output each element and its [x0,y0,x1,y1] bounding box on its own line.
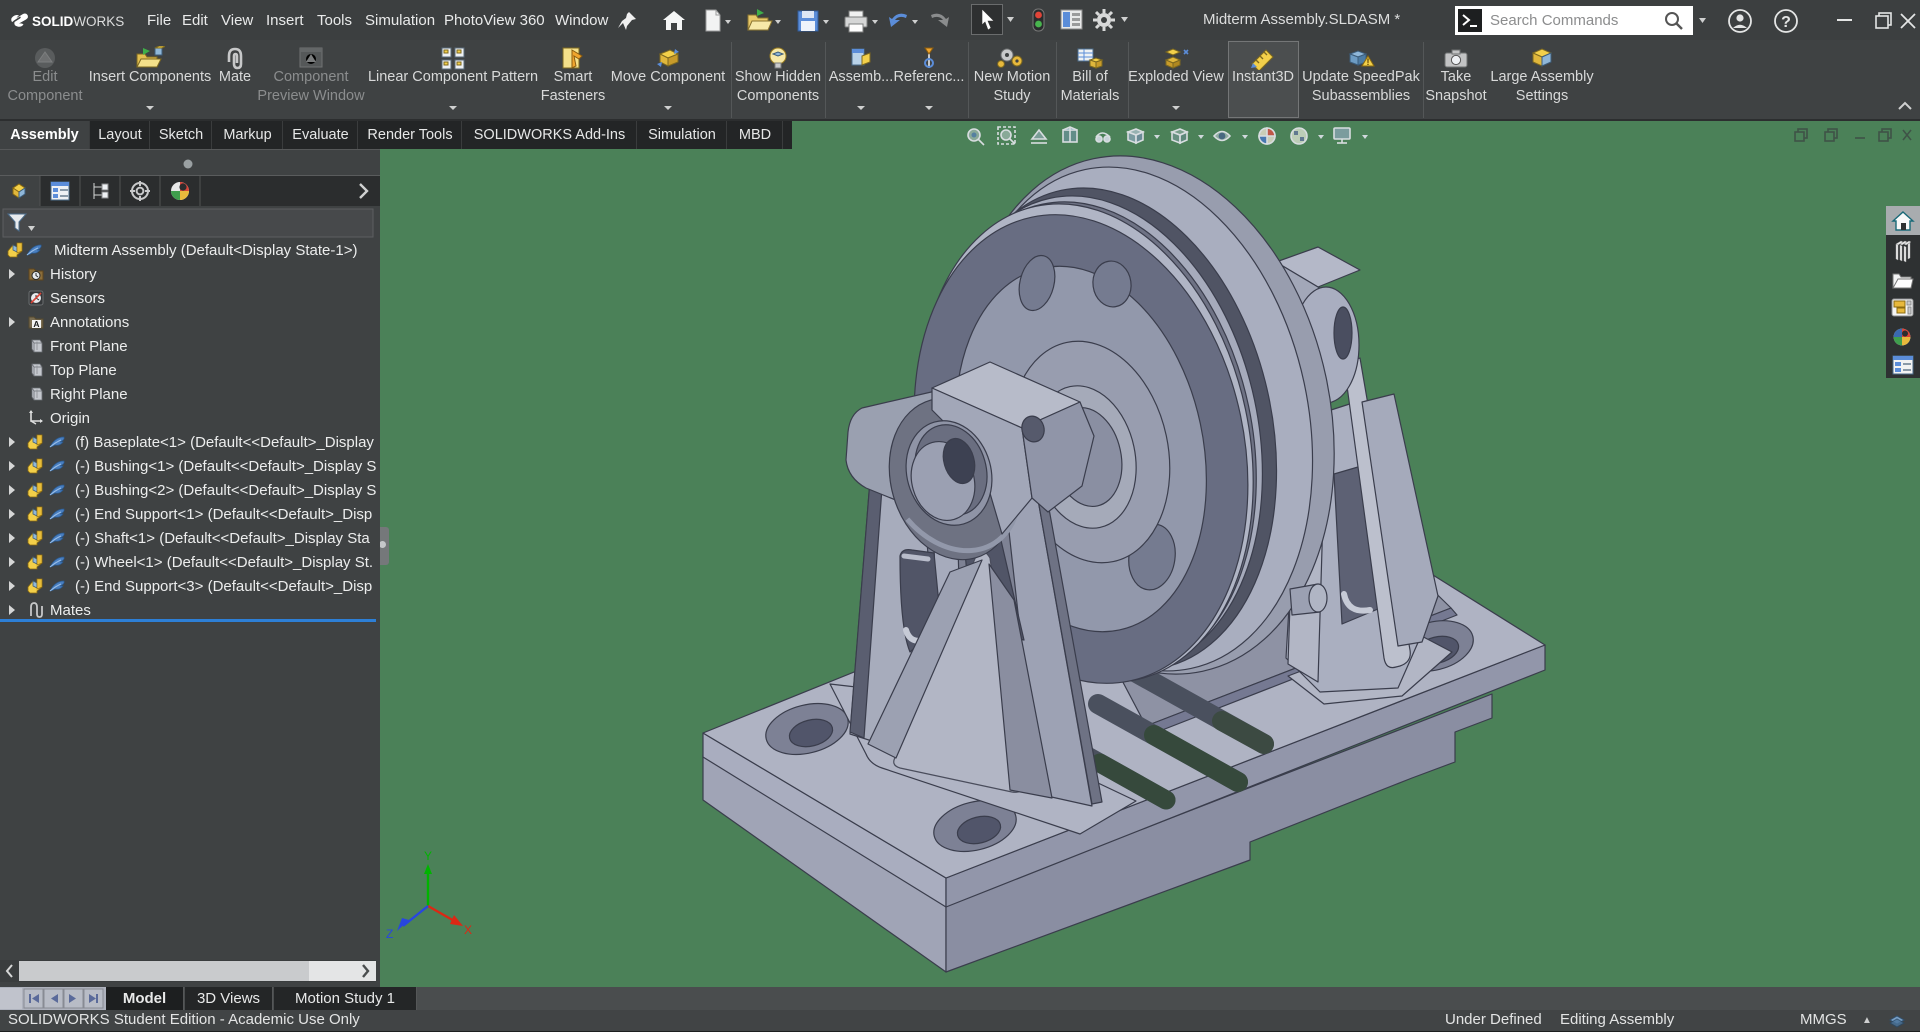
svg-text:(-) Wheel<1> (Default<<Default: (-) Wheel<1> (Default<<Default>_Display … [75,554,373,571]
svg-text:Origin: Origin [50,410,90,427]
svg-text:Annotations: Annotations [50,314,129,331]
svg-text:(-) Bushing<2> (Default<<Defau: (-) Bushing<2> (Default<<Default>_Displa… [75,482,376,499]
svg-text:(-) Shaft<1> (Default<<Default: (-) Shaft<1> (Default<<Default>_Display … [75,530,370,547]
svg-text:Front Plane: Front Plane [50,338,128,355]
svg-text:Y: Y [424,849,432,863]
svg-text:Midterm Assembly (Default<Dis: Midterm Assembly (Default<Display State-… [54,242,357,259]
svg-text:Sensors: Sensors [50,290,105,307]
svg-text:SOLIDWORKS: SOLIDWORKS [32,14,124,29]
svg-text:Right Plane: Right Plane [50,386,128,403]
svg-text:(-) Bushing<1> (Default<<Defau: (-) Bushing<1> (Default<<Default>_Displa… [75,458,376,475]
svg-text:History: History [50,266,97,283]
svg-text:?: ? [1781,14,1791,31]
svg-text:Mates: Mates [50,602,91,619]
svg-text:Top Plane: Top Plane [50,362,117,379]
svg-text:X: X [464,923,472,937]
svg-text:A: A [33,319,39,329]
svg-text:(f) Baseplate<1> (Default<<Def: (f) Baseplate<1> (Default<<Default>_Disp… [75,434,374,451]
svg-text:(-) End Support<3> (Default<<D: (-) End Support<3> (Default<<Default>_Di… [75,578,372,595]
svg-text:(-) End Support<1> (Default<<D: (-) End Support<1> (Default<<Default>_Di… [75,506,372,523]
svg-text:Z: Z [386,927,393,941]
